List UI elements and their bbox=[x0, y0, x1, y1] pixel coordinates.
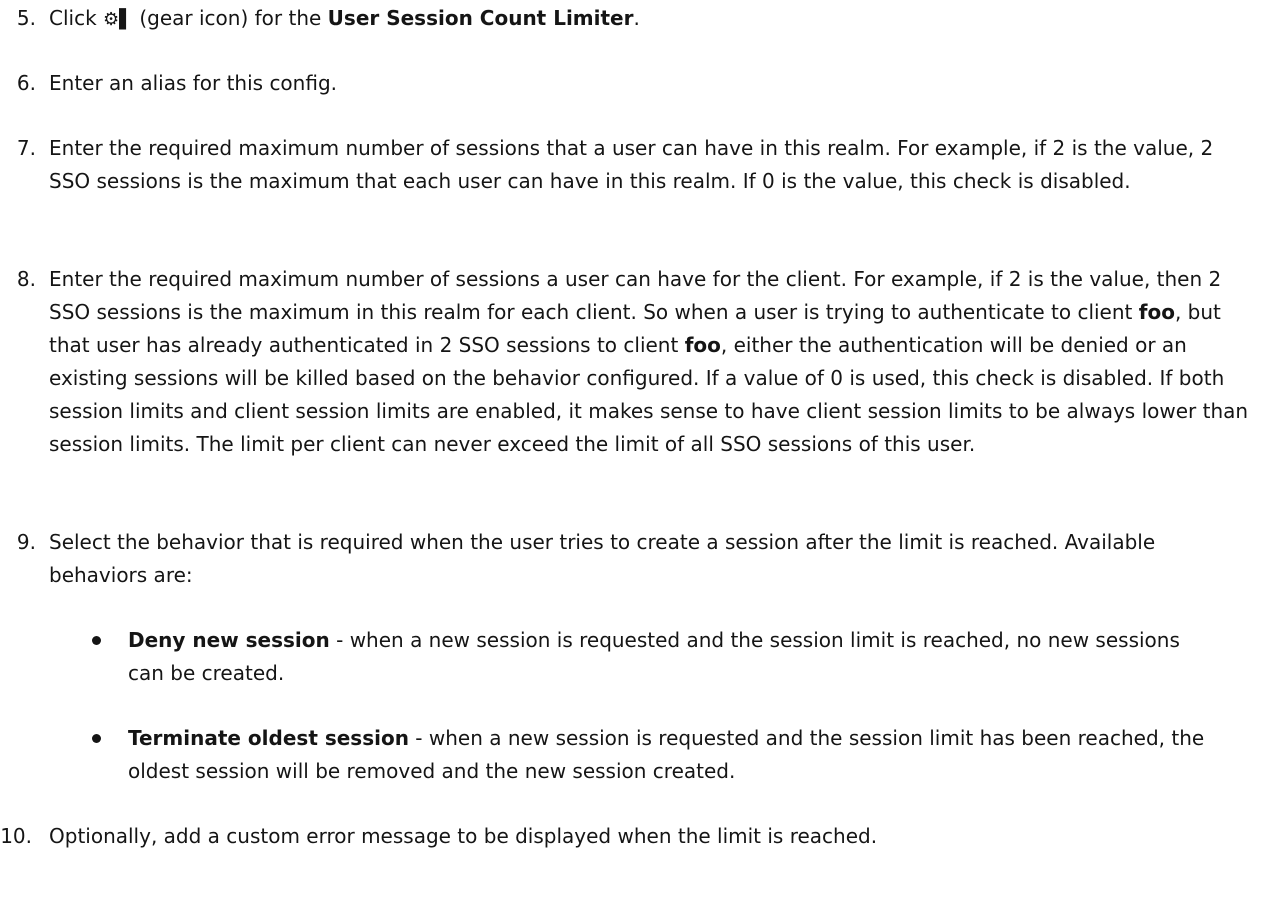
step-5: 5. Click ⚙▌ (gear icon) for the User Ses… bbox=[0, 2, 1263, 35]
behavior-name: Terminate oldest session bbox=[128, 726, 409, 750]
component-name: User Session Count Limiter bbox=[327, 6, 634, 30]
step-number: 9. bbox=[16, 530, 36, 554]
step-7: 7. Enter the required maximum number of … bbox=[0, 132, 1263, 231]
step-number: 8. bbox=[16, 267, 36, 291]
bullet-icon bbox=[92, 734, 101, 743]
step-8: 8. Enter the required maximum number of … bbox=[0, 263, 1263, 494]
step-6: 6. Enter an alias for this config. bbox=[0, 67, 1263, 100]
behavior-name: Deny new session bbox=[128, 628, 330, 652]
step-number: 5. bbox=[16, 6, 36, 30]
bullet-icon bbox=[92, 636, 101, 645]
step-9: 9. Select the behavior that is required … bbox=[0, 526, 1263, 592]
gear-icon: ⚙▌ bbox=[103, 9, 133, 30]
step-text: Enter the required maximum number of ses… bbox=[49, 136, 1214, 193]
client-name: foo bbox=[684, 333, 721, 357]
step-number: 6. bbox=[16, 71, 36, 95]
step-text: Enter the required maximum number of ses… bbox=[49, 267, 1249, 456]
behavior-item-terminate: Terminate oldest session - when a new se… bbox=[0, 722, 1263, 788]
step-text: Optionally, add a custom error message t… bbox=[49, 824, 878, 848]
step-text: Click ⚙▌ (gear icon) for the User Sessio… bbox=[49, 2, 1254, 36]
client-name: foo bbox=[1138, 300, 1175, 324]
behavior-item-deny: Deny new session - when a new session is… bbox=[0, 624, 1263, 690]
behavior-text: Terminate oldest session - when a new se… bbox=[128, 726, 1205, 783]
step-number: 10. bbox=[0, 824, 32, 848]
step-number: 7. bbox=[16, 136, 36, 160]
step-text: Select the behavior that is required whe… bbox=[49, 530, 1156, 587]
step-text: Enter an alias for this config. bbox=[49, 71, 337, 95]
step-10: 10. Optionally, add a custom error messa… bbox=[0, 820, 1263, 853]
behavior-text: Deny new session - when a new session is… bbox=[128, 628, 1180, 685]
